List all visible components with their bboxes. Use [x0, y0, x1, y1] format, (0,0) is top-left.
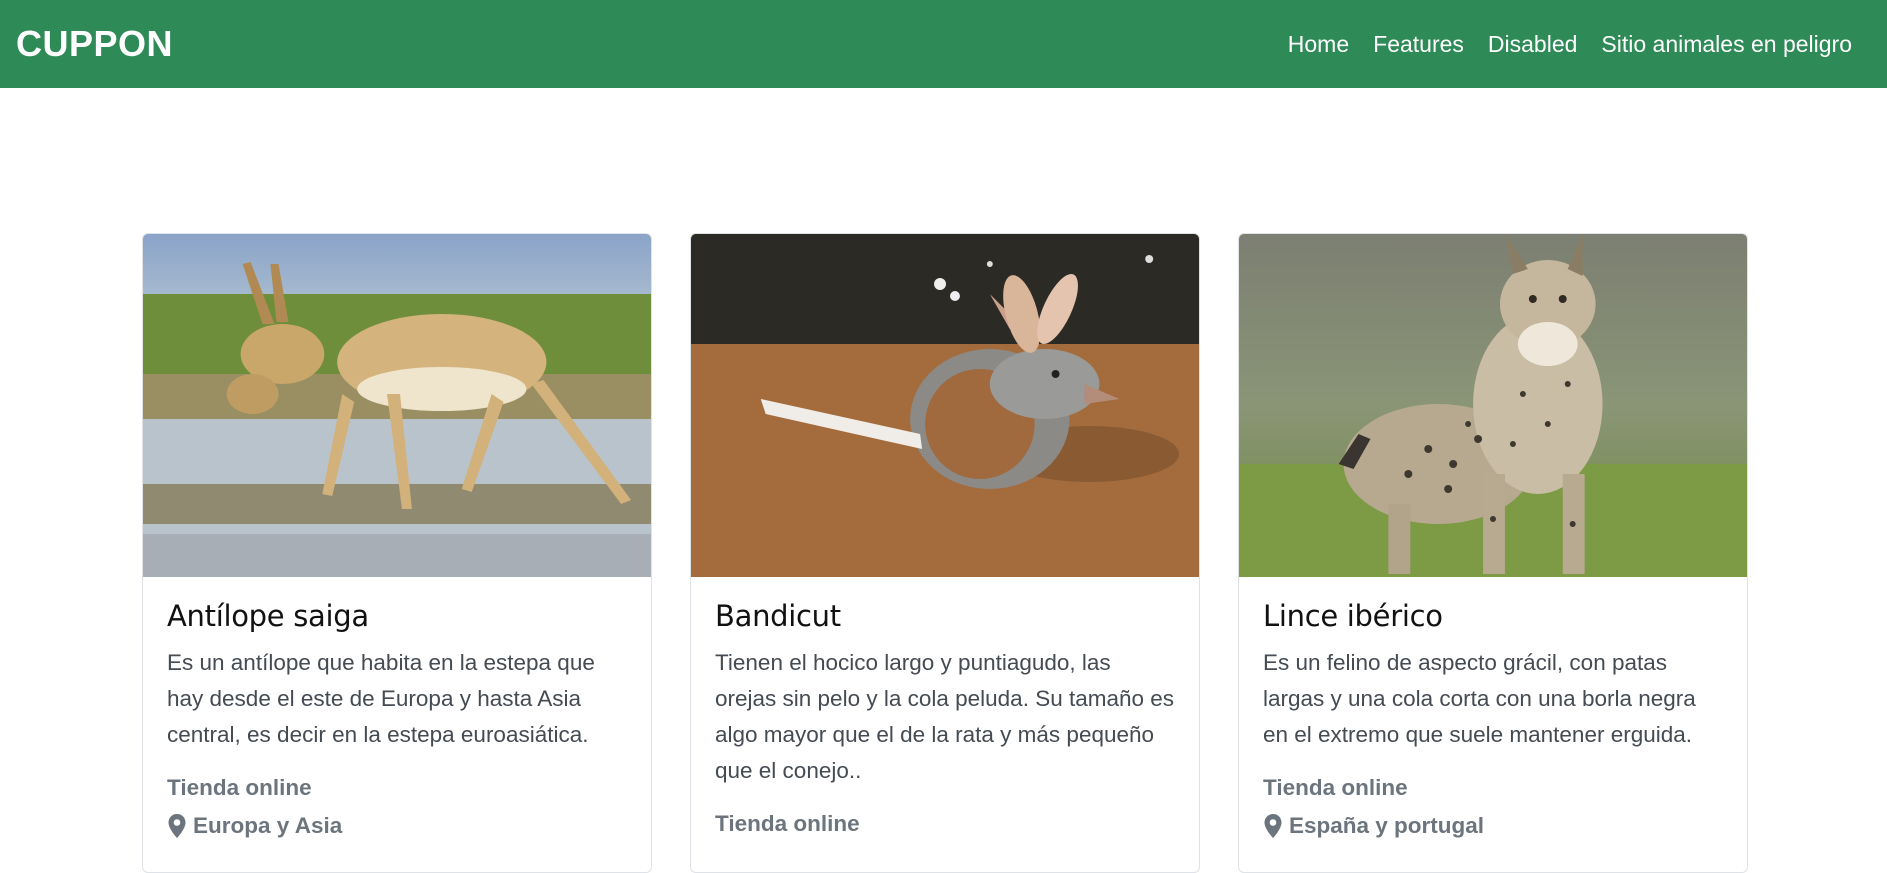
- card-body: Bandicut Tienen el hocico largo y puntia…: [691, 577, 1199, 843]
- location-row: España y portugal: [1263, 807, 1723, 845]
- nav-link-disabled[interactable]: Disabled: [1476, 0, 1590, 88]
- map-pin-icon: [1263, 813, 1283, 839]
- location-row: Europa y Asia: [167, 807, 627, 845]
- store-label[interactable]: Tienda online: [167, 769, 627, 807]
- location-text: Europa y Asia: [193, 813, 343, 838]
- card-title: Antílope saiga: [167, 599, 369, 633]
- card-description: Es un felino de aspecto grácil, con pata…: [1263, 650, 1696, 747]
- bandicoot-photo: [691, 234, 1199, 577]
- card-body: Antílope saiga Es un antílope que habita…: [143, 577, 651, 845]
- brand-logo[interactable]: CUPPON: [16, 23, 173, 65]
- card-grid: Antílope saiga Es un antílope que habita…: [142, 233, 1748, 873]
- nav-link-features[interactable]: Features: [1361, 0, 1476, 88]
- card-description: Tienen el hocico largo y puntiagudo, las…: [715, 650, 1175, 783]
- nav-link-home[interactable]: Home: [1276, 0, 1361, 88]
- location-text: España y portugal: [1289, 813, 1485, 838]
- iberian-lynx-photo: [1239, 234, 1747, 577]
- nav-links: Home Features Disabled Sitio animales en…: [1276, 0, 1864, 88]
- card-saiga: Antílope saiga Es un antílope que habita…: [142, 233, 652, 873]
- card-bandicut: Bandicut Tienen el hocico largo y puntia…: [690, 233, 1200, 873]
- map-pin-icon: [167, 813, 187, 839]
- saiga-antelope-photo: [143, 234, 651, 577]
- nav-link-endangered-site[interactable]: Sitio animales en peligro: [1589, 0, 1864, 88]
- card-lince: Lince ibérico Es un felino de aspecto gr…: [1238, 233, 1748, 873]
- card-body: Lince ibérico Es un felino de aspecto gr…: [1239, 577, 1747, 845]
- card-title: Bandicut: [715, 599, 841, 633]
- store-label[interactable]: Tienda online: [715, 805, 1175, 843]
- card-title: Lince ibérico: [1263, 599, 1443, 633]
- card-description: Es un antílope que habita en la estepa q…: [167, 650, 595, 747]
- top-navbar: CUPPON Home Features Disabled Sitio anim…: [0, 0, 1887, 88]
- store-label[interactable]: Tienda online: [1263, 769, 1723, 807]
